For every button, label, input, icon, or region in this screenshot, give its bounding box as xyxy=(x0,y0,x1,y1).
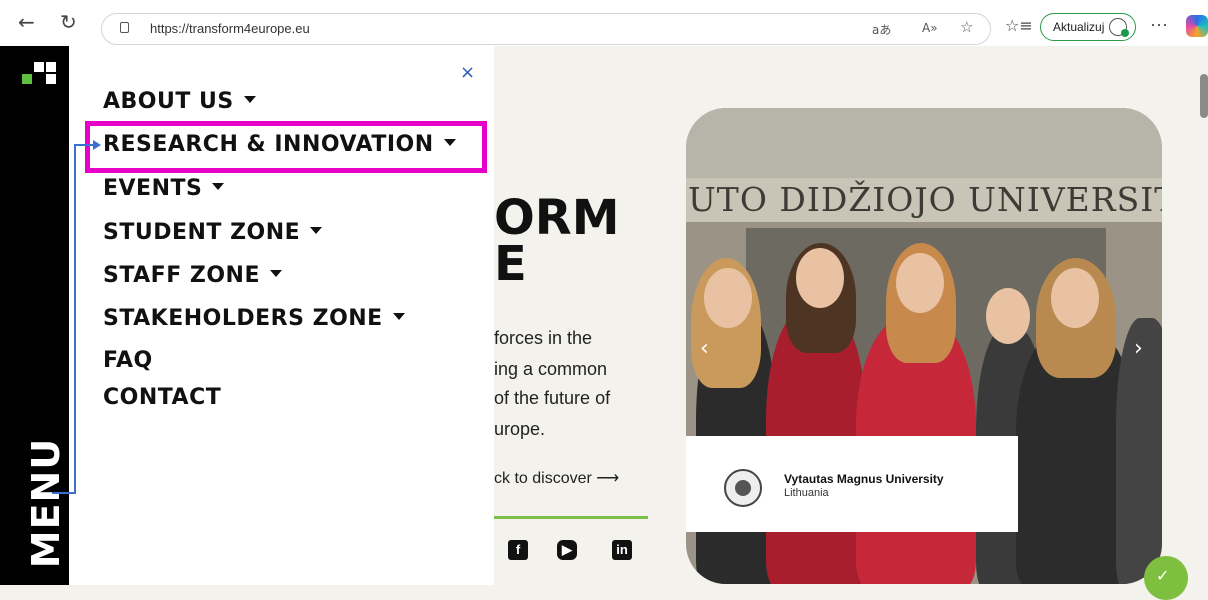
update-label: Aktualizuj xyxy=(1053,20,1105,34)
hero-text-line: ing a common xyxy=(494,359,608,379)
menu-toggle[interactable]: MENU xyxy=(24,428,68,578)
facebook-icon[interactable]: f xyxy=(508,540,528,560)
slider-prev-button[interactable]: ‹ xyxy=(700,336,709,361)
copilot-icon[interactable] xyxy=(1186,15,1208,37)
linkedin-icon[interactable]: in xyxy=(612,540,632,560)
annotation-arrow-icon xyxy=(93,140,101,150)
update-button[interactable]: Aktualizuj xyxy=(1040,13,1136,41)
site-logo[interactable] xyxy=(22,62,58,90)
university-seal-icon xyxy=(724,469,762,507)
caret-down-icon xyxy=(392,312,405,320)
hero-title-line2: E xyxy=(494,236,527,292)
menu-item-events[interactable]: EVENTS xyxy=(103,176,225,201)
annotation-line xyxy=(74,144,76,493)
annotation-line xyxy=(52,492,76,494)
favorites-list-icon[interactable]: ☆≡ xyxy=(1005,13,1033,39)
caret-down-icon xyxy=(212,182,225,190)
caption-subtitle: Lithuania xyxy=(784,487,829,499)
lock-icon[interactable] xyxy=(120,22,129,33)
browser-toolbar: ← ↻ https://transform4europe.eu aあ A» ☆ … xyxy=(0,0,1208,46)
close-icon[interactable]: × xyxy=(460,62,475,83)
hero-text-line: urope. xyxy=(494,419,546,439)
caret-down-icon xyxy=(269,269,282,277)
menu-item-staff-zone[interactable]: STAFF ZONE xyxy=(103,263,282,288)
read-aloud-icon[interactable]: A» xyxy=(922,21,938,35)
accessibility-icon: ✓ xyxy=(1156,568,1170,585)
scrollbar[interactable] xyxy=(1200,74,1208,118)
hero-text-line: of the future of xyxy=(494,388,611,408)
hero-text-line: forces in the xyxy=(494,328,593,348)
url-text[interactable]: https://transform4europe.eu xyxy=(150,21,310,36)
refresh-icon[interactable]: ↻ xyxy=(60,9,77,35)
menu-item-faq[interactable]: FAQ xyxy=(103,348,153,373)
hero-divider xyxy=(494,516,648,519)
menu-item-contact[interactable]: CONTACT xyxy=(103,385,221,410)
building-sign-text: UTO DIDŽIOJO UNIVERSIT xyxy=(688,180,1162,219)
address-bar[interactable]: https://transform4europe.eu aあ A» ☆ xyxy=(101,13,991,45)
caret-down-icon xyxy=(310,226,323,234)
menu-item-student-zone[interactable]: STUDENT ZONE xyxy=(103,220,323,245)
highlight-box xyxy=(85,121,487,173)
accessibility-button[interactable]: ✓ xyxy=(1144,556,1188,600)
caret-down-icon xyxy=(243,95,256,103)
translate-icon[interactable]: aあ xyxy=(872,21,891,38)
youtube-icon[interactable]: ▶ xyxy=(557,540,577,560)
discover-link[interactable]: ck to discover ⟶ xyxy=(494,468,619,488)
menu-label: MENU xyxy=(24,437,68,569)
star-icon[interactable]: ☆ xyxy=(960,18,973,36)
caption-title: Vytautas Magnus University xyxy=(784,472,944,486)
more-button[interactable]: ··· xyxy=(1150,14,1168,35)
slider-next-button[interactable]: › xyxy=(1134,336,1143,361)
update-badge xyxy=(1121,29,1129,37)
menu-item-about-us[interactable]: ABOUT US xyxy=(103,89,256,114)
back-arrow-icon[interactable]: ← xyxy=(18,9,35,35)
menu-item-stakeholders-zone[interactable]: STAKEHOLDERS ZONE xyxy=(103,306,405,331)
